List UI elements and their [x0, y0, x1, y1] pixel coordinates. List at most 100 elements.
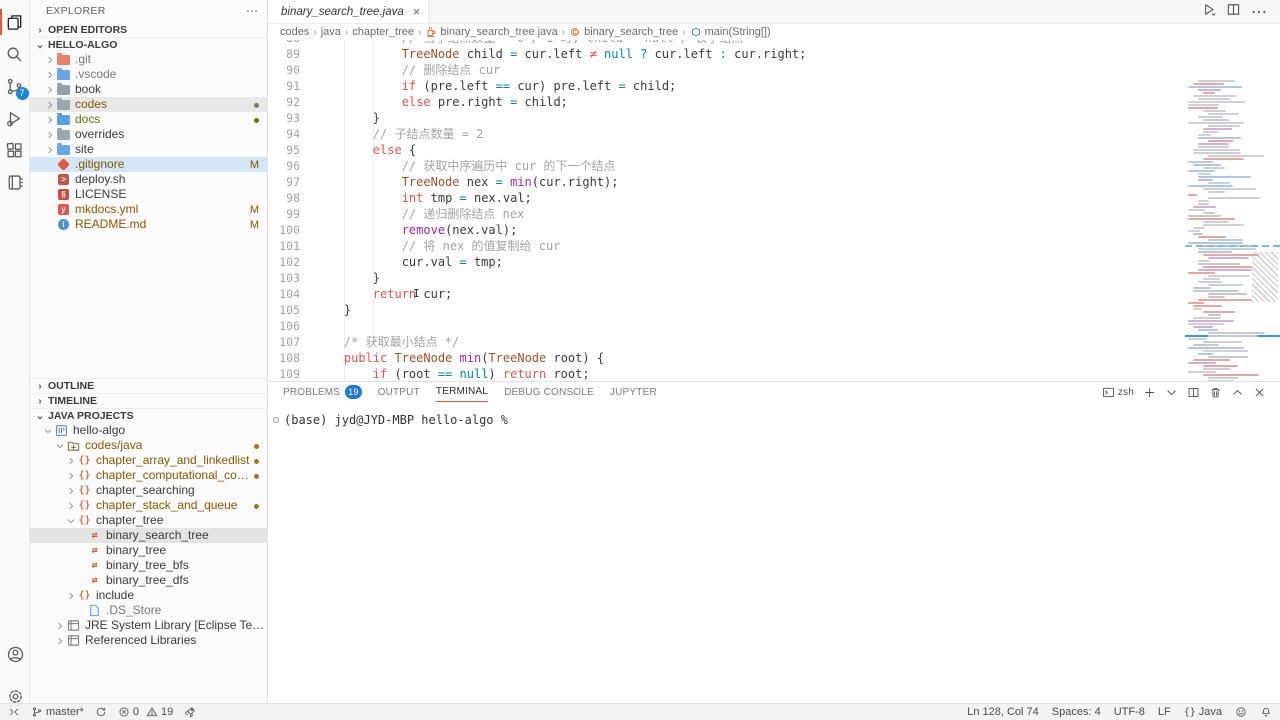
terminal-shell-selector[interactable]: zsh	[1102, 386, 1134, 399]
item-label: .DS_Store	[106, 603, 161, 618]
class-glyph: ⇄	[91, 575, 97, 586]
open-editors-header[interactable]: › OPEN EDITORS	[30, 22, 267, 37]
split-editor-button[interactable]	[1226, 2, 1241, 22]
search-icon[interactable]	[0, 38, 30, 70]
minimap-line	[1203, 365, 1238, 367]
run-debug-icon[interactable]	[0, 102, 30, 134]
account-icon[interactable]	[0, 638, 30, 670]
code-line-92: 92 else pre.right = child;	[268, 94, 1185, 110]
panel-tab-problems[interactable]: PROBLEMS19	[283, 382, 362, 402]
tab-binary-search-tree[interactable]: binary_search_tree.java ×	[268, 0, 429, 23]
code-viewport[interactable]: I 88 // 当子结点数量 = 0 / 1 时, child = null /…	[268, 40, 1280, 381]
braces-icon: {}	[1184, 707, 1196, 718]
close-icon[interactable]: ×	[413, 4, 421, 19]
close-panel-button[interactable]	[1253, 386, 1266, 399]
java-item-jresystemlibraryeclipsetemurin[interactable]: JRE System Library [Eclipse Temurin 17 […	[30, 618, 267, 633]
terminal-output[interactable]: (base) jyd@JYD-MBP hello-algo %	[268, 402, 1280, 427]
breadcrumb-item-0[interactable]: codes	[280, 26, 309, 38]
panel-tab-output[interactable]: OUTPUT	[378, 382, 420, 402]
breadcrumb-item-3[interactable]: binary_search_tree.java	[425, 26, 557, 38]
java-item-chaptertree[interactable]: {}chapter_tree	[30, 513, 267, 528]
minimap-line	[1203, 350, 1248, 352]
maximize-panel-button[interactable]	[1231, 386, 1244, 399]
java-item-binarytreedfs[interactable]: ⇄binary_tree_dfs	[30, 573, 267, 588]
language-mode[interactable]: {} Java	[1184, 706, 1222, 718]
minimap-line	[1208, 314, 1221, 316]
minimap-line	[1198, 269, 1252, 271]
folder-icon	[56, 55, 71, 65]
explorer-item-deploysh[interactable]: >deploy.sh	[30, 172, 267, 187]
minimap-line	[1198, 260, 1210, 262]
indentation-status[interactable]: Spaces: 4	[1052, 706, 1101, 718]
remote-indicator[interactable]	[8, 706, 20, 718]
files-icon[interactable]	[0, 6, 30, 38]
readme-glyph: i	[58, 219, 69, 230]
explorer-item-docs[interactable]: docs	[30, 112, 267, 127]
java-item-chapterarrayandlinkedlist[interactable]: {}chapter_array_and_linkedlist	[30, 453, 267, 468]
breadcrumb-item-5[interactable]: main(String[])	[690, 26, 771, 38]
sync-button[interactable]	[95, 706, 107, 718]
line-text: if (root == null) return root;	[300, 366, 590, 381]
feedback-icon[interactable]	[1235, 706, 1247, 718]
extensions-icon[interactable]	[0, 134, 30, 166]
minimap-line	[1188, 218, 1235, 220]
java-item-binarytreebfs[interactable]: ⇄binary_tree_bfs	[30, 558, 267, 573]
panel-tab-terminal[interactable]: TERMINAL	[436, 382, 488, 402]
minimap-line	[1208, 377, 1239, 379]
java-item-include[interactable]: {}include	[30, 588, 267, 603]
timeline-header[interactable]: › TIMELINE	[30, 393, 267, 408]
breadcrumb-item-4[interactable]: binary_search_tree	[569, 26, 678, 38]
explorer-item-vscode[interactable]: .vscode	[30, 67, 267, 82]
terminal-dropdown-icon[interactable]	[1165, 386, 1178, 399]
breadcrumb-label: main(String[])	[705, 26, 771, 38]
run-button[interactable]	[1201, 2, 1216, 22]
item-label: .git	[75, 52, 91, 67]
more-actions-icon[interactable]: ⋯	[1251, 2, 1268, 22]
kill-terminal-button[interactable]	[1209, 386, 1222, 399]
code-line-100: 100 remove(nex.val);	[268, 222, 1185, 238]
java-item-binarytree[interactable]: ⇄binary_tree	[30, 543, 267, 558]
explorer-item-git[interactable]: .git	[30, 52, 267, 67]
java-item-chaptersearching[interactable]: {}chapter_searching	[30, 483, 267, 498]
minimap[interactable]	[1185, 80, 1280, 381]
cursor-position[interactable]: Ln 128, Col 74	[967, 706, 1039, 718]
minimap-line	[1203, 278, 1220, 280]
notebook-icon[interactable]	[0, 166, 30, 198]
more-actions-icon[interactable]: ⋯	[246, 4, 259, 18]
panel-tab-debug-console[interactable]: DEBUG CONSOLE	[504, 382, 594, 402]
java-item-dsstore[interactable]: .DS_Store	[30, 603, 267, 618]
breadcrumb-item-1[interactable]: java	[321, 26, 341, 38]
explorer-item-overrides[interactable]: overrides	[30, 127, 267, 142]
rocket-icon[interactable]	[184, 706, 196, 718]
explorer-item-readmemd[interactable]: iREADME.mdM	[30, 217, 267, 232]
git-branch-status[interactable]: master*	[31, 706, 84, 718]
breadcrumb-item-2[interactable]: chapter_tree	[352, 26, 414, 38]
explorer-item-license[interactable]: §LICENSE	[30, 187, 267, 202]
java-projects-header[interactable]: ⌄ JAVA PROJECTS	[30, 408, 267, 423]
new-terminal-button[interactable]	[1143, 386, 1156, 399]
encoding-status[interactable]: UTF-8	[1114, 706, 1145, 718]
bell-icon[interactable]	[1260, 706, 1272, 718]
java-item-chaptercomputationalcomplexity[interactable]: {}chapter_computational_complexity	[30, 468, 267, 483]
explorer-item-mkdocsyml[interactable]: ymkdocs.ymlM	[30, 202, 267, 217]
minimap-dash	[1262, 245, 1269, 247]
explorer-item-gitignore[interactable]: .gitignoreM	[30, 157, 267, 172]
eol-status[interactable]: LF	[1158, 706, 1171, 718]
panel-tab-jupyter[interactable]: JUPYTER	[610, 382, 657, 402]
explorer-item-codes[interactable]: codes	[30, 97, 267, 112]
java-item-helloalgo[interactable]: hello-algo	[30, 423, 267, 438]
java-item-referencedlibraries[interactable]: Referenced Libraries	[30, 633, 267, 648]
outline-header[interactable]: › OUTLINE	[30, 378, 267, 393]
java-item-codesjava[interactable]: codes/java	[30, 438, 267, 453]
minimap-line	[1208, 332, 1265, 334]
split-terminal-button[interactable]	[1187, 386, 1200, 399]
workspace-root-header[interactable]: ⌄ HELLO-ALGO	[30, 37, 267, 52]
source-control-icon[interactable]: 7	[0, 70, 30, 102]
breadcrumb-label: chapter_tree	[352, 26, 414, 38]
java-item-binarysearchtree[interactable]: ⇄binary_search_tree	[30, 528, 267, 543]
explorer-item-site[interactable]: site	[30, 142, 267, 157]
problems-status[interactable]: 0 19	[118, 706, 173, 718]
explorer-item-book[interactable]: book	[30, 82, 267, 97]
line-number: 92	[268, 94, 300, 110]
java-item-chapterstackandqueue[interactable]: {}chapter_stack_and_queue	[30, 498, 267, 513]
